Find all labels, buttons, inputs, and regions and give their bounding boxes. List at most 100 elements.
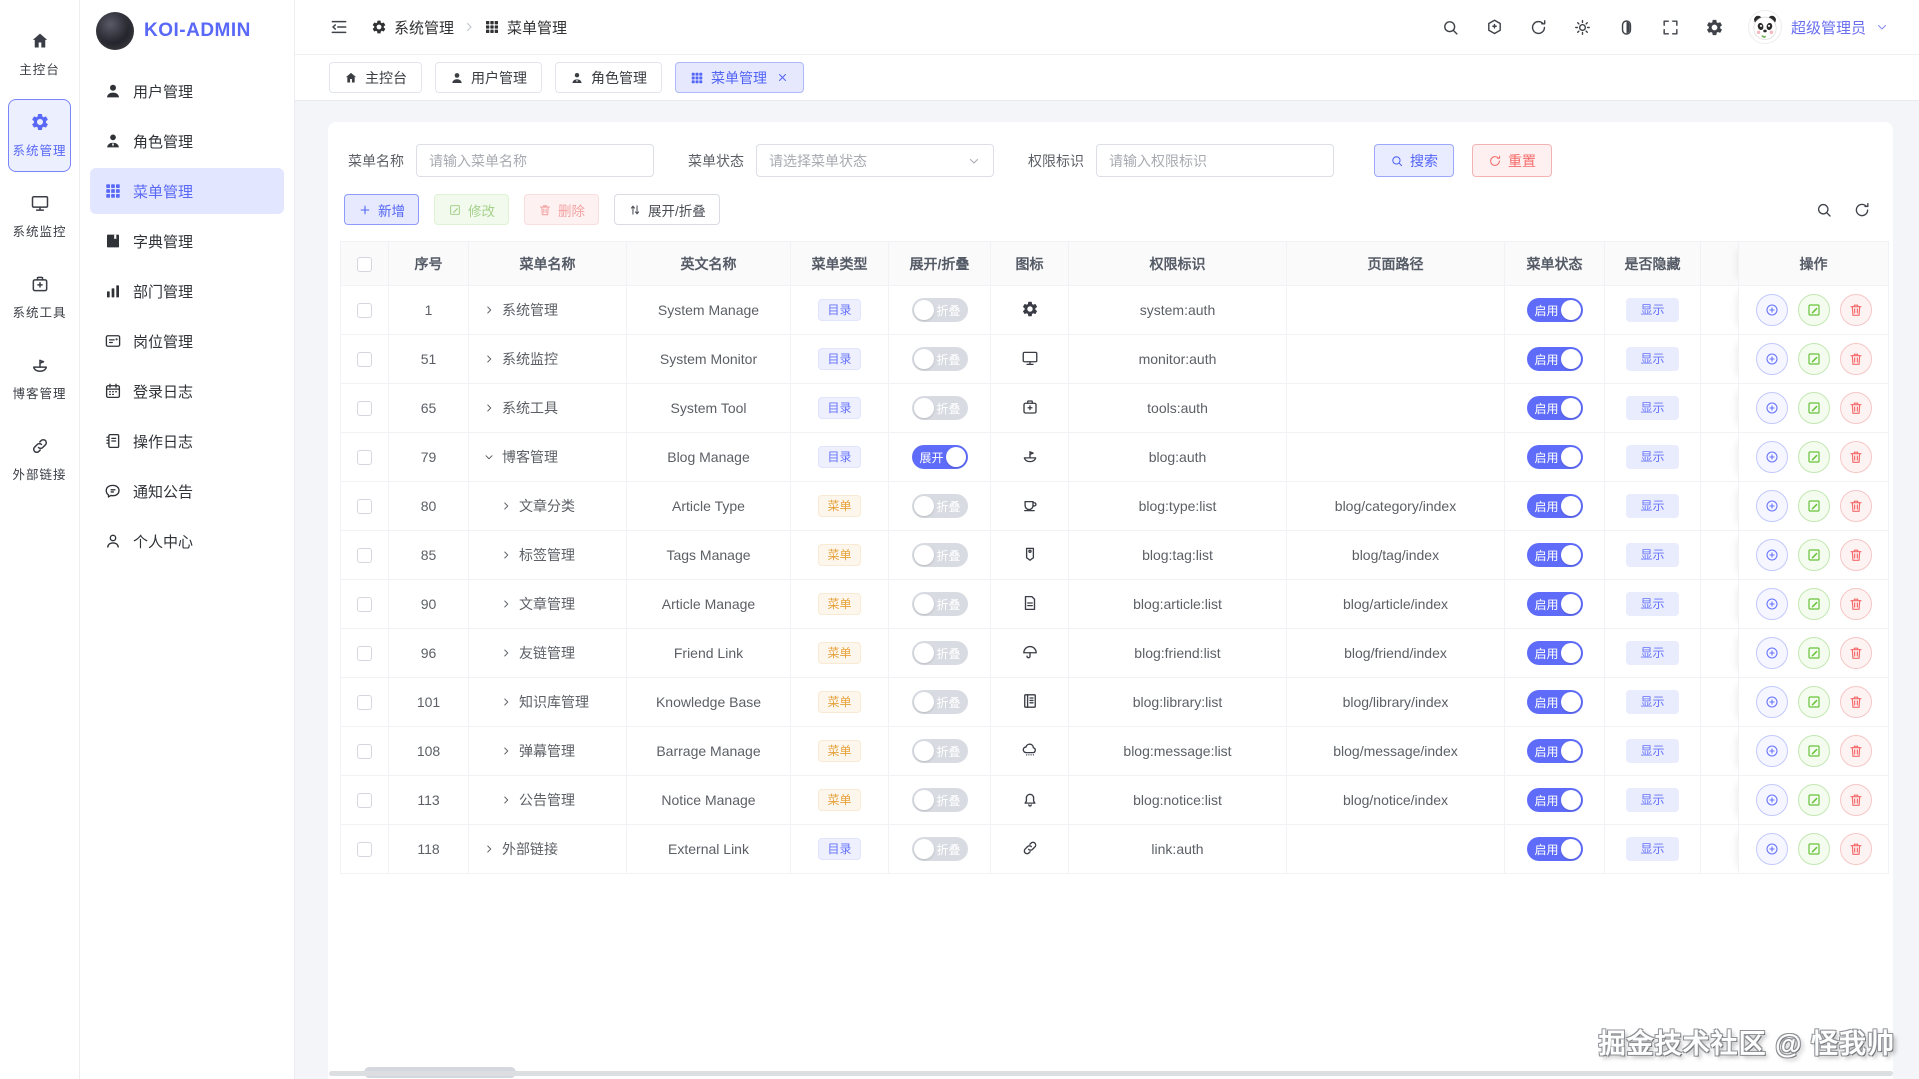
row-checkbox[interactable] <box>357 695 372 710</box>
chevron-right-icon[interactable] <box>500 549 512 561</box>
rail-item-home[interactable]: 主控台 <box>8 18 71 91</box>
tab-user-tie[interactable]: 角色管理 <box>555 62 662 93</box>
sun-button[interactable] <box>1573 18 1592 37</box>
status-toggle[interactable]: 启用 <box>1527 641 1583 665</box>
rail-item-boat[interactable]: 博客管理 <box>8 342 71 415</box>
row-add-button[interactable] <box>1756 490 1788 522</box>
status-toggle[interactable]: 启用 <box>1527 298 1583 322</box>
row-checkbox[interactable] <box>357 352 372 367</box>
row-delete-button[interactable] <box>1840 343 1872 375</box>
row-edit-button[interactable] <box>1798 686 1830 718</box>
expand-toggle[interactable]: 展开 <box>912 445 968 469</box>
expand-toggle[interactable]: 折叠 <box>912 543 968 567</box>
sidebar-item-chat[interactable]: 通知公告 <box>90 468 284 514</box>
row-checkbox[interactable] <box>357 842 372 857</box>
search-button[interactable]: 搜索 <box>1374 144 1454 177</box>
row-delete-button[interactable] <box>1840 637 1872 669</box>
row-checkbox[interactable] <box>357 303 372 318</box>
menu-status-select[interactable]: 请选择菜单状态 <box>756 144 994 177</box>
row-add-button[interactable] <box>1756 441 1788 473</box>
add-button[interactable]: 新增 <box>344 194 419 225</box>
breadcrumb-item[interactable]: 系统管理 <box>371 17 454 38</box>
status-toggle[interactable]: 启用 <box>1527 543 1583 567</box>
chevron-right-icon[interactable] <box>500 647 512 659</box>
chevron-right-icon[interactable] <box>500 696 512 708</box>
tab-grid[interactable]: 菜单管理 <box>675 62 804 93</box>
row-edit-button[interactable] <box>1798 833 1830 865</box>
user-menu[interactable]: 超级管理员 <box>1748 10 1889 44</box>
chevron-right-icon[interactable] <box>500 745 512 757</box>
status-toggle[interactable]: 启用 <box>1527 494 1583 518</box>
chevron-right-icon[interactable] <box>500 500 512 512</box>
chevron-down-icon[interactable] <box>483 451 495 463</box>
row-checkbox[interactable] <box>357 499 372 514</box>
row-edit-button[interactable] <box>1798 637 1830 669</box>
row-add-button[interactable] <box>1756 392 1788 424</box>
rail-item-toolbox[interactable]: 系统工具 <box>8 261 71 334</box>
status-toggle[interactable]: 启用 <box>1527 347 1583 371</box>
rail-item-monitor[interactable]: 系统监控 <box>8 180 71 253</box>
row-delete-button[interactable] <box>1840 735 1872 767</box>
sidebar-item-grid[interactable]: 菜单管理 <box>90 168 284 214</box>
row-checkbox[interactable] <box>357 597 372 612</box>
tab-user[interactable]: 用户管理 <box>435 62 542 93</box>
row-checkbox[interactable] <box>357 646 372 661</box>
expand-toggle[interactable]: 折叠 <box>912 494 968 518</box>
chevron-right-icon[interactable] <box>500 794 512 806</box>
sidebar-item-user[interactable]: 用户管理 <box>90 68 284 114</box>
select-all-checkbox[interactable] <box>357 257 372 272</box>
row-add-button[interactable] <box>1756 735 1788 767</box>
collapse-sidebar-button[interactable] <box>329 17 349 37</box>
sidebar-item-notebook[interactable]: 操作日志 <box>90 418 284 464</box>
row-add-button[interactable] <box>1756 833 1788 865</box>
edit-button[interactable]: 修改 <box>434 194 509 225</box>
row-edit-button[interactable] <box>1798 441 1830 473</box>
row-edit-button[interactable] <box>1798 490 1830 522</box>
chevron-right-icon[interactable] <box>500 598 512 610</box>
delete-button[interactable]: 删除 <box>524 194 599 225</box>
breadcrumb-item[interactable]: 菜单管理 <box>484 17 567 38</box>
expand-toggle[interactable]: 折叠 <box>912 592 968 616</box>
expand-collapse-button[interactable]: 展开/折叠 <box>614 194 720 225</box>
row-delete-button[interactable] <box>1840 294 1872 326</box>
sidebar-item-user-tie[interactable]: 角色管理 <box>90 118 284 164</box>
horizontal-scrollbar-track[interactable] <box>329 1071 1893 1076</box>
search-button[interactable] <box>1441 18 1460 37</box>
fullscreen-button[interactable] <box>1661 18 1680 37</box>
chevron-right-icon[interactable] <box>483 353 495 365</box>
sidebar-item-id-card[interactable]: 岗位管理 <box>90 318 284 364</box>
rail-item-gear[interactable]: 系统管理 <box>8 99 71 172</box>
row-add-button[interactable] <box>1756 343 1788 375</box>
sidebar-item-bar-chart[interactable]: 部门管理 <box>90 268 284 314</box>
settings-button[interactable] <box>1705 18 1724 37</box>
expand-toggle[interactable]: 折叠 <box>912 396 968 420</box>
row-edit-button[interactable] <box>1798 588 1830 620</box>
sidebar-item-book[interactable]: 字典管理 <box>90 218 284 264</box>
row-checkbox[interactable] <box>357 744 372 759</box>
sidebar-item-calendar[interactable]: 登录日志 <box>90 368 284 414</box>
row-add-button[interactable] <box>1756 637 1788 669</box>
row-checkbox[interactable] <box>357 450 372 465</box>
row-checkbox[interactable] <box>357 793 372 808</box>
status-toggle[interactable]: 启用 <box>1527 837 1583 861</box>
row-delete-button[interactable] <box>1840 686 1872 718</box>
row-delete-button[interactable] <box>1840 833 1872 865</box>
row-edit-button[interactable] <box>1798 294 1830 326</box>
row-edit-button[interactable] <box>1798 735 1830 767</box>
row-delete-button[interactable] <box>1840 392 1872 424</box>
row-add-button[interactable] <box>1756 784 1788 816</box>
expand-toggle[interactable]: 折叠 <box>912 788 968 812</box>
expand-toggle[interactable]: 折叠 <box>912 739 968 763</box>
row-edit-button[interactable] <box>1798 343 1830 375</box>
menu-name-input[interactable] <box>416 144 654 177</box>
row-add-button[interactable] <box>1756 686 1788 718</box>
reset-button[interactable]: 重置 <box>1472 144 1552 177</box>
row-checkbox[interactable] <box>357 401 372 416</box>
perm-input[interactable] <box>1096 144 1334 177</box>
table-search-button[interactable] <box>1815 201 1833 219</box>
status-toggle[interactable]: 启用 <box>1527 396 1583 420</box>
table-refresh-button[interactable] <box>1853 201 1871 219</box>
tab-home[interactable]: 主控台 <box>329 62 422 93</box>
status-toggle[interactable]: 启用 <box>1527 690 1583 714</box>
expand-toggle[interactable]: 折叠 <box>912 298 968 322</box>
